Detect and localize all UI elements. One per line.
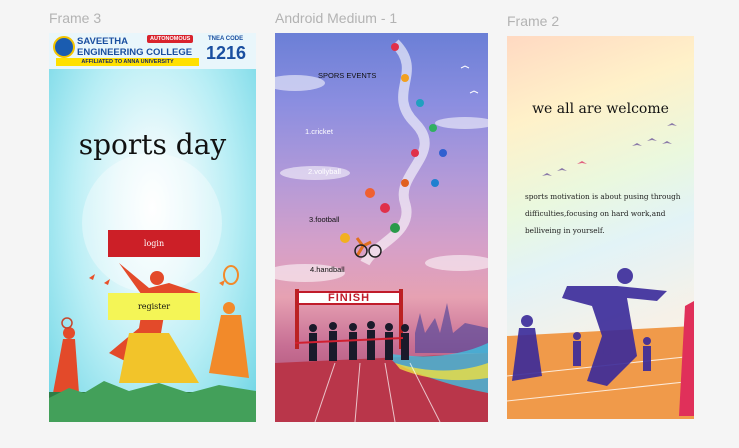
motivation-paragraph: sports motivation is about pusing throug… [525,188,690,239]
login-button[interactable]: login [108,230,200,257]
butterfly-icon [104,279,110,285]
page-title: sports day [78,128,227,161]
paragraph-line: sports motivation is about pusing throug… [525,192,681,201]
frame3-label[interactable]: Frame 3 [49,10,101,26]
android-frame-label[interactable]: Android Medium - 1 [275,10,397,26]
frame3-login-screen: SAVEETHA ENGINEERING COLLEGE AUTONOMOUS … [49,33,256,422]
butterfly-icon [219,280,225,286]
event-item[interactable]: 1.cricket [305,127,333,136]
android-events-screen: SPORS EVENTS 1.cricket 2.vollyball 3.foo… [275,33,488,422]
butterfly-icon [89,274,95,280]
event-item[interactable]: 3.football [309,215,339,224]
paragraph-line: belliveing in yourself. [525,226,605,235]
paragraph-line: difficulties,focusing on hard work,and [525,209,666,218]
bird-icons [542,123,677,176]
right-player-figure [209,302,249,378]
finish-banner: FINISH [297,291,401,305]
event-item[interactable]: 2.vollyball [308,167,341,176]
welcome-heading: we all are welcome [532,101,669,117]
register-button[interactable]: register [108,293,200,320]
badminton-player-figure [53,327,79,393]
athletes-artwork [275,39,488,422]
sports-artwork [49,153,256,422]
events-heading: SPORS EVENTS [318,71,377,80]
event-item[interactable]: 4.handball [310,265,345,274]
frame2-welcome-screen: we all are welcome sports motivation is … [507,36,694,419]
frame2-label[interactable]: Frame 2 [507,13,559,29]
